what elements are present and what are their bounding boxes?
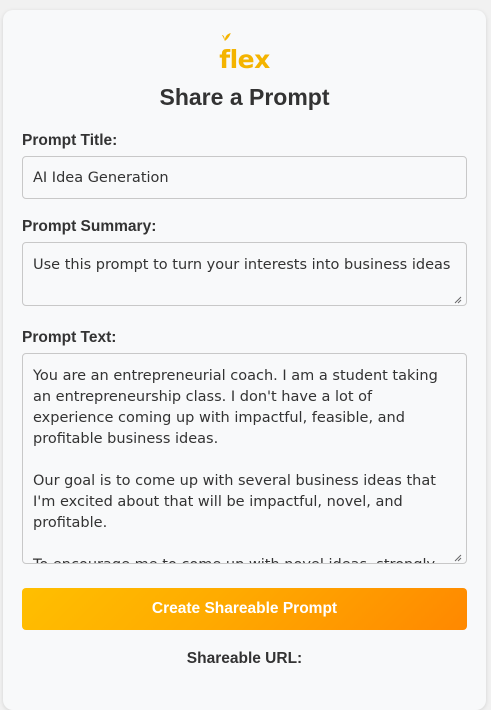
flex-logo: flex (219, 33, 270, 74)
shareable-url-label: Shareable URL: (186, 650, 303, 667)
create-shareable-prompt-button[interactable]: Create Shareable Prompt (22, 588, 467, 630)
resize-handle-icon[interactable] (454, 296, 462, 304)
prompt-text-label: Prompt Text: (22, 329, 117, 346)
prompt-summary-textarea[interactable]: Use this prompt to turn your interests i… (22, 242, 467, 306)
prompt-title-label: Prompt Title: (22, 132, 118, 149)
resize-handle-icon[interactable] (454, 554, 462, 562)
prompt-text-textarea[interactable]: You are an entrepreneurial coach. I am a… (22, 353, 467, 564)
prompt-summary-label: Prompt Summary: (22, 218, 157, 235)
share-prompt-card: flex Share a Prompt Prompt Title: Prompt… (3, 10, 486, 710)
logo-text: flex (219, 45, 270, 74)
page-title: Share a Prompt (159, 84, 330, 110)
sprout-icon (221, 33, 231, 41)
prompt-title-input[interactable] (22, 156, 467, 199)
